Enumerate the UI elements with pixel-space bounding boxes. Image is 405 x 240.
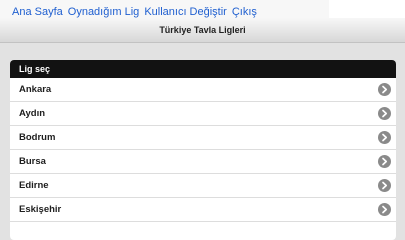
league-item-label: Ankara <box>19 84 52 95</box>
league-item-bursa[interactable]: Bursa <box>10 150 396 174</box>
chevron-right-icon <box>378 203 391 216</box>
chevron-right-icon <box>378 179 391 192</box>
top-nav-bar: Ana Sayfa Oynadığım Lig Kullanıcı Değişt… <box>0 0 329 18</box>
nav-links: Ana Sayfa Oynadığım Lig Kullanıcı Değişt… <box>12 6 257 18</box>
nav-link-my-league[interactable]: Oynadığım Lig <box>68 6 140 18</box>
league-item-eskisehir[interactable]: Eskişehir <box>10 198 396 222</box>
league-list-heading: Lig seç <box>10 60 396 78</box>
league-item-label: Eskişehir <box>19 204 62 215</box>
league-item-label: Bodrum <box>19 132 56 143</box>
chevron-right-icon <box>378 155 391 168</box>
league-item-edirne[interactable]: Edirne <box>10 174 396 198</box>
league-list-panel: Lig seç Ankara Aydın Bodrum Bursa Edirne… <box>10 60 396 240</box>
top-right-blank <box>329 0 405 18</box>
league-item-aydin[interactable]: Aydın <box>10 102 396 126</box>
league-item-bodrum[interactable]: Bodrum <box>10 126 396 150</box>
league-item-ankara[interactable]: Ankara <box>10 78 396 102</box>
chevron-right-icon <box>378 131 391 144</box>
nav-link-logout[interactable]: Çıkış <box>232 6 257 18</box>
nav-link-home[interactable]: Ana Sayfa <box>12 6 63 18</box>
league-item-label: Edirne <box>19 180 49 191</box>
chevron-right-icon <box>378 107 391 120</box>
league-item-label: Bursa <box>19 156 46 167</box>
chevron-right-icon <box>378 83 391 96</box>
league-item-label: Aydın <box>19 108 46 119</box>
page-title: Türkiye Tavla Ligleri <box>0 18 405 43</box>
nav-link-switch-user[interactable]: Kullanıcı Değiştir <box>144 6 227 18</box>
